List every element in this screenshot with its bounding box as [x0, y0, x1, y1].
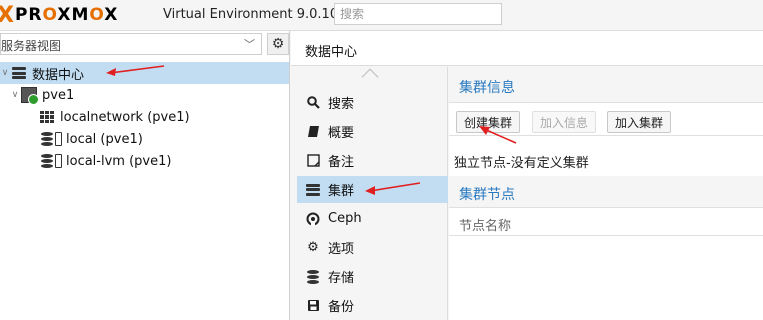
search-icon	[305, 96, 321, 109]
gear-icon: ⚙	[307, 240, 319, 255]
ceph-icon	[305, 212, 321, 226]
proxmox-logo: X PROXMOX	[0, 2, 119, 28]
nav-item-label: 备注	[328, 155, 355, 170]
nav-item-label: 集群	[328, 184, 355, 199]
chevron-down-icon: ﹀	[244, 38, 255, 51]
page-title: 数据中心	[305, 45, 358, 60]
node-name-column-header[interactable]: 节点名称	[449, 208, 763, 236]
gear-icon: ⚙	[271, 36, 285, 52]
tree-item-label: pve1	[42, 87, 75, 103]
search-input[interactable]	[334, 3, 502, 25]
nav-item-backup[interactable]: 备份	[297, 292, 448, 319]
node-online-icon	[20, 87, 39, 105]
panel-title: 集群信息	[459, 80, 515, 96]
join-cluster-button[interactable]: 加入集群	[607, 111, 672, 133]
nav-item-notes[interactable]: 备注	[297, 147, 448, 174]
cluster-status-text: 独立节点-没有定义集群	[454, 156, 589, 171]
nav-item-label: 搜索	[328, 97, 355, 112]
nav-item-storage[interactable]: 存储	[297, 263, 448, 290]
top-bar: X PROXMOX Virtual Environment 9.0.10	[0, 0, 763, 31]
annotation-arrow-create-cluster	[479, 126, 517, 144]
scroll-up-icon[interactable]	[361, 68, 379, 86]
logo-wordmark: PROXMOX	[14, 5, 119, 25]
cluster-panel: 集群信息 创建集群 加入信息 加入集群 独立节点-没有定义集群 集群节点 节点名…	[449, 67, 763, 320]
nav-item-ceph[interactable]: Ceph	[297, 205, 448, 232]
cluster-info-header: 集群信息	[449, 67, 763, 103]
panel-title: 集群节点	[459, 187, 515, 203]
view-select-value: 服务器视图	[1, 39, 62, 53]
server-rack-icon	[10, 65, 28, 81]
annotation-arrow-cluster	[365, 182, 421, 195]
nav-item-label: 备份	[328, 300, 355, 315]
content-header: 数据中心	[291, 31, 763, 66]
book-icon	[305, 125, 321, 138]
tree-item-node[interactable]: ∨ pve1	[0, 84, 289, 106]
nav-item-search[interactable]: 搜索	[297, 89, 448, 116]
nav-item-label: 选项	[328, 242, 355, 257]
database-icon	[305, 269, 321, 284]
tree-item-sdn[interactable]: localnetwork (pve1)	[0, 106, 289, 128]
view-select[interactable]: 服务器视图 ﹀	[0, 33, 262, 55]
storage-icon	[41, 132, 62, 146]
server-rack-icon	[305, 183, 321, 196]
note-icon	[305, 154, 321, 167]
floppy-icon	[305, 299, 321, 312]
tree-settings-button[interactable]: ⚙	[267, 33, 289, 55]
tree-item-label: localnetwork (pve1)	[60, 109, 190, 125]
collapse-icon[interactable]: ∨	[10, 90, 20, 100]
join-information-button[interactable]: 加入信息	[532, 111, 597, 133]
storage-icon	[41, 154, 62, 168]
collapse-icon[interactable]: ∨	[0, 68, 10, 78]
tree-item-label: local-lvm (pve1)	[66, 153, 172, 169]
nav-item-summary[interactable]: 概要	[297, 118, 448, 145]
nav-item-options[interactable]: ⚙ 选项	[297, 234, 448, 261]
cluster-nodes-header: 集群节点	[449, 176, 763, 208]
nav-item-label: Ceph	[328, 211, 362, 226]
annotation-arrow-datacenter	[106, 65, 165, 76]
tree-item-storage-local[interactable]: local (pve1)	[0, 128, 289, 150]
tree-item-label: local (pve1)	[66, 131, 143, 147]
sdn-grid-icon	[38, 109, 56, 125]
nav-item-label: 存储	[328, 271, 355, 286]
nav-item-label: 概要	[328, 126, 355, 141]
version-label: Virtual Environment 9.0.10	[163, 7, 339, 22]
tree-item-storage-local-lvm[interactable]: local-lvm (pve1)	[0, 150, 289, 172]
tree-item-label: 数据中心	[32, 67, 85, 83]
column-header-label: 节点名称	[459, 219, 512, 234]
logo-x-mark: X	[0, 2, 14, 28]
